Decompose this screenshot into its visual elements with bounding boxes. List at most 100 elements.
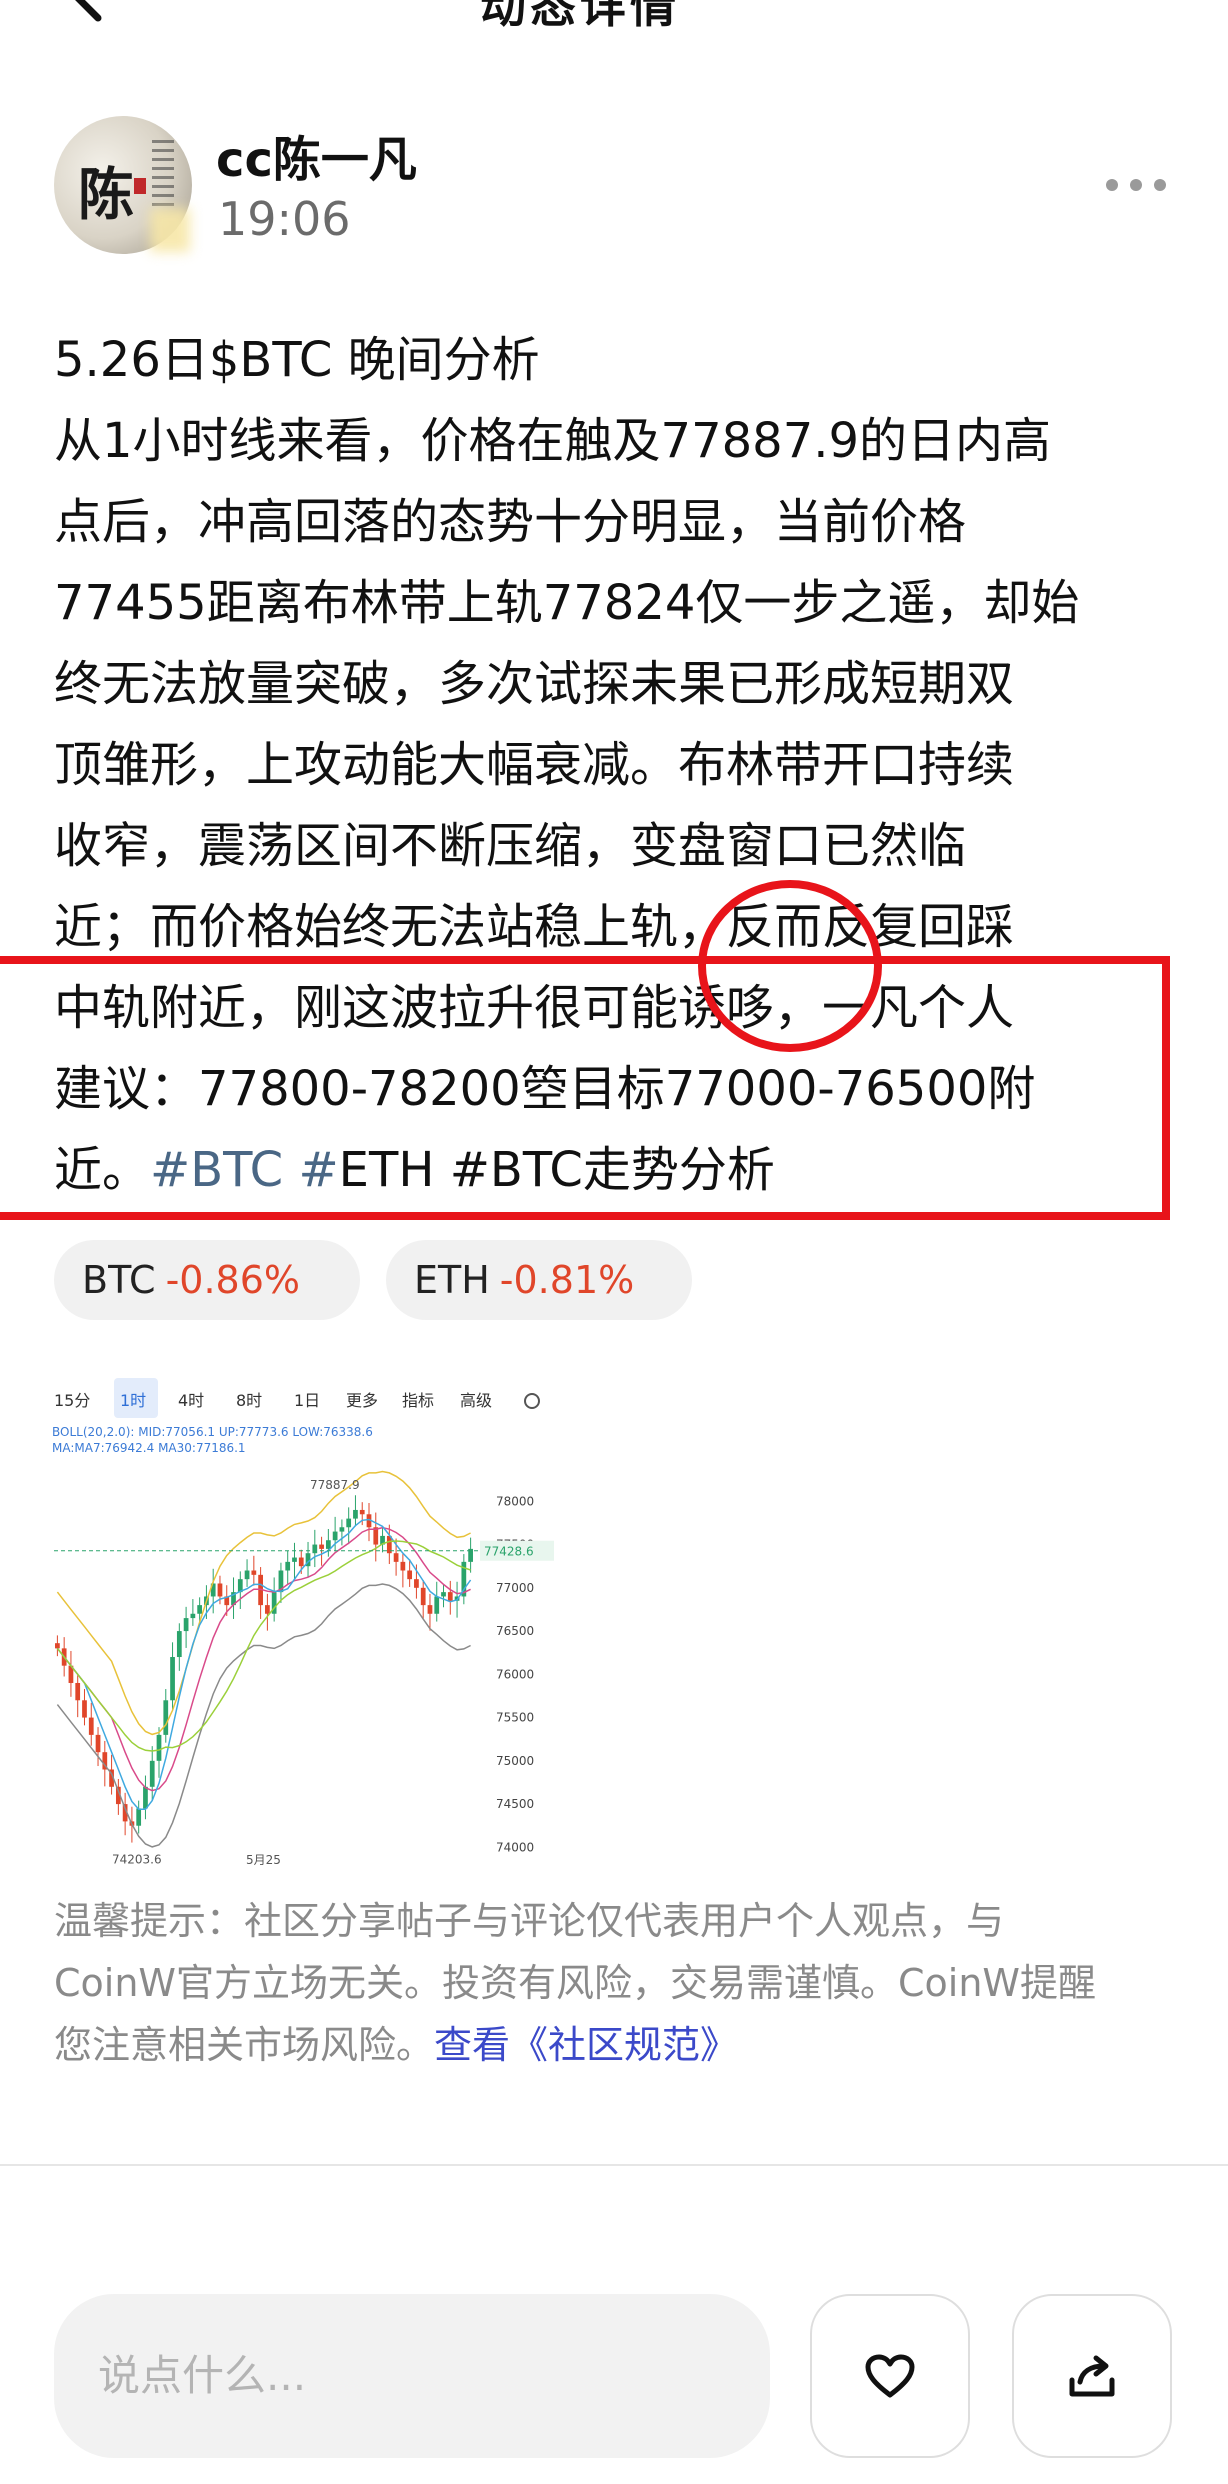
annotation-rectangle bbox=[0, 956, 1170, 1220]
candle-body bbox=[427, 1605, 433, 1614]
chart-tab: 4时 bbox=[178, 1391, 204, 1410]
chart-tab: 高级 bbox=[460, 1391, 492, 1410]
post-line: 终无法放量突破，多次试探未果已形成短期双 bbox=[54, 656, 1015, 712]
ticker-chip-eth[interactable]: ETH -0.81% bbox=[386, 1240, 692, 1320]
chart-y-tick: 75000 bbox=[496, 1754, 534, 1768]
post-time: 19:06 bbox=[218, 192, 351, 246]
candle-body bbox=[217, 1583, 223, 1597]
candle-body bbox=[339, 1527, 345, 1532]
disclaimer: 温馨提示：社区分享帖子与评论仅代表用户个人观点，与 CoinW官方立场无关。投资… bbox=[54, 1890, 1184, 2076]
candle-body bbox=[353, 1509, 358, 1519]
candle-body bbox=[197, 1605, 203, 1614]
candle-body bbox=[244, 1570, 250, 1580]
candle-body bbox=[407, 1570, 413, 1580]
candle-body bbox=[292, 1557, 297, 1562]
candle-body bbox=[82, 1700, 87, 1718]
post-line: 5.26日$BTC 晚间分析 bbox=[54, 332, 540, 388]
chart-y-tick: 78000 bbox=[496, 1494, 534, 1508]
annotation-circle bbox=[698, 880, 882, 1052]
candle-body bbox=[143, 1786, 148, 1809]
ticker-symbol: ETH bbox=[414, 1258, 490, 1302]
chart-y-tick: 77000 bbox=[496, 1581, 534, 1595]
share-icon bbox=[1069, 2355, 1115, 2397]
avatar-character: 陈 bbox=[78, 162, 134, 228]
candle-body bbox=[170, 1657, 175, 1701]
ticker-chip-btc[interactable]: BTC -0.86% bbox=[54, 1240, 360, 1320]
chart-y-tick: 74500 bbox=[496, 1797, 534, 1811]
chart-tab: 指标 bbox=[402, 1391, 434, 1410]
community-rules-link[interactable]: 查看《社区规范》 bbox=[434, 2023, 738, 2067]
disclaimer-line-last: 您注意相关市场风险。查看《社区规范》 bbox=[54, 2014, 1184, 2076]
ticker-change: -0.86% bbox=[165, 1258, 301, 1302]
chart-ma-legend: MA:MA7:76942.4 MA30:77186.1 bbox=[52, 1441, 246, 1455]
post-line: 从1小时线来看，价格在触及77887.9的日内高 bbox=[54, 413, 1052, 469]
candle-body bbox=[190, 1613, 196, 1619]
disclaimer-line: 温馨提示：社区分享帖子与评论仅代表用户个人观点，与 bbox=[54, 1899, 1005, 1943]
chart-date-label: 5月25 bbox=[246, 1853, 281, 1867]
chart-y-tick: 76500 bbox=[496, 1624, 534, 1638]
candle-body bbox=[393, 1553, 399, 1562]
divider bbox=[0, 2164, 1228, 2166]
like-button[interactable] bbox=[810, 2294, 970, 2458]
candle-body bbox=[265, 1605, 270, 1614]
post-line: 顶雏形，上攻动能大幅衰减。布林带开口持续 bbox=[54, 737, 1015, 793]
ticker-change: -0.81% bbox=[499, 1258, 635, 1302]
chart-tab: 8时 bbox=[236, 1391, 262, 1410]
avatar-seal bbox=[134, 178, 146, 194]
boll-mid-line bbox=[56, 1526, 471, 1792]
candle-body bbox=[441, 1592, 446, 1597]
boll-lower-line bbox=[56, 1583, 471, 1848]
disclaimer-line: CoinW官方立场无关。投资有风险，交易需谨慎。CoinW提醒 bbox=[54, 1961, 1096, 2005]
chart-tab: 更多 bbox=[346, 1391, 378, 1410]
disclaimer-line: 您注意相关市场风险。 bbox=[54, 2023, 435, 2067]
candle-body bbox=[183, 1618, 189, 1632]
more-icon[interactable] bbox=[1104, 168, 1168, 202]
candle-body bbox=[420, 1587, 426, 1606]
candle-body bbox=[325, 1540, 331, 1549]
avatar-badge bbox=[150, 208, 190, 252]
chart-tab: 1时 bbox=[120, 1391, 146, 1410]
avatar-calligraphy bbox=[152, 140, 174, 212]
page-title: 动态详情 bbox=[480, 0, 680, 33]
candle-body bbox=[95, 1734, 101, 1753]
chart-tab: 1日 bbox=[294, 1391, 320, 1410]
chart-settings-icon bbox=[524, 1393, 540, 1409]
post-line: 77455距离布林带上轨77824仅一步之遥，却始 bbox=[54, 575, 1080, 631]
chart-y-tick: 74000 bbox=[496, 1840, 534, 1854]
chart-boll-legend: BOLL(20,2.0): MID:77056.1 UP:77773.6 LOW… bbox=[52, 1425, 373, 1439]
candle-body bbox=[251, 1570, 257, 1575]
price-tag: 77428.6 bbox=[484, 1545, 534, 1559]
candle-body bbox=[75, 1682, 81, 1701]
candle-body bbox=[400, 1561, 406, 1571]
candle-body bbox=[312, 1544, 318, 1554]
candle-body bbox=[298, 1557, 304, 1567]
author-name[interactable]: cc陈一凡 bbox=[216, 120, 417, 190]
chart-image[interactable]: 15分 1时 4时 8时 1日 更多 指标 高级 BOLL(20,2.0): MID:77056… bbox=[50, 1356, 558, 1868]
post-line: 点后，冲高回落的态势十分明显，当前价格 bbox=[54, 494, 967, 550]
candle-body bbox=[414, 1579, 419, 1588]
chart-tab: 15分 bbox=[54, 1391, 90, 1410]
candle-body bbox=[156, 1734, 162, 1761]
candle-body bbox=[149, 1760, 155, 1787]
candle-body bbox=[346, 1518, 352, 1528]
candle-body bbox=[285, 1561, 291, 1571]
back-icon[interactable] bbox=[58, 0, 122, 26]
candle-body bbox=[359, 1509, 365, 1515]
heart-icon bbox=[865, 2354, 915, 2398]
ma7-line bbox=[56, 1518, 472, 1811]
top-nav-bar: 动态详情 bbox=[0, 0, 1228, 40]
candle-body bbox=[332, 1531, 338, 1541]
low-label: 74203.6 bbox=[112, 1853, 162, 1867]
comment-input[interactable]: 说点什么... bbox=[54, 2294, 770, 2458]
candle-body bbox=[447, 1592, 453, 1601]
candle-body bbox=[136, 1808, 142, 1826]
candlestick-chart-svg: 15分 1时 4时 8时 1日 更多 指标 高级 BOLL(20,2.0): MID:77056… bbox=[52, 1378, 554, 1867]
chart-y-tick: 76000 bbox=[496, 1667, 534, 1681]
candle-body bbox=[55, 1643, 60, 1649]
high-label: 77887.9 bbox=[310, 1478, 360, 1492]
share-button[interactable] bbox=[1012, 2294, 1172, 2458]
candle-body bbox=[163, 1700, 169, 1735]
boll-upper-line bbox=[56, 1470, 471, 1736]
chart-y-tick: 75500 bbox=[496, 1711, 534, 1725]
ticker-symbol: BTC bbox=[82, 1258, 156, 1302]
